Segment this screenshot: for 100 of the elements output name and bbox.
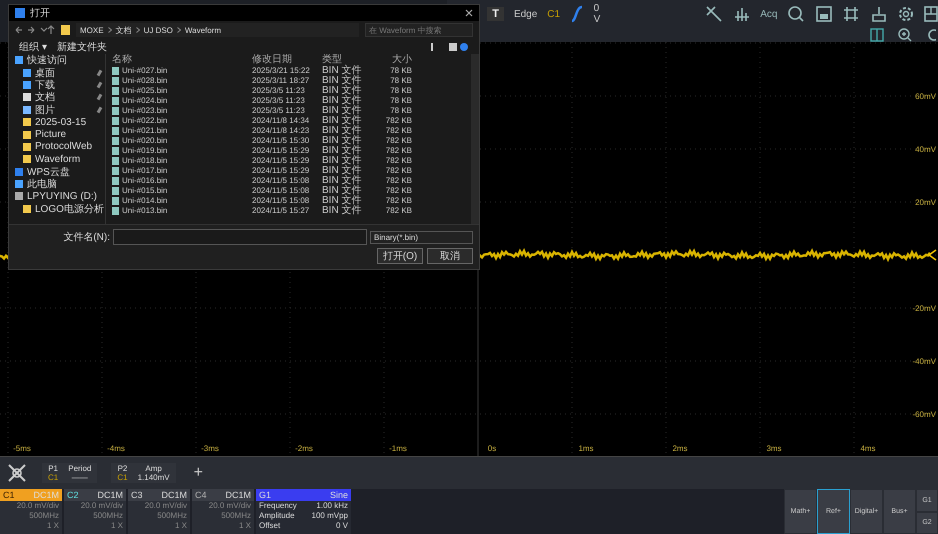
filetype-dropdown[interactable]: Binary(*.bin) bbox=[370, 230, 473, 244]
sidebar-item[interactable]: WPS云盘 bbox=[9, 166, 105, 178]
new-folder-button[interactable]: 新建文件夹 bbox=[56, 40, 107, 54]
file-row[interactable]: Uni-#016.bin 2024/11/5 15:08 BIN 文件 782 KB bbox=[112, 176, 471, 186]
dialog-button[interactable]: 打开(O) bbox=[377, 248, 423, 264]
channel-card[interactable]: C3 DC1M 20.0 mV/div 500MHz 1 X bbox=[128, 489, 190, 534]
column-header[interactable]: 大小 bbox=[372, 54, 412, 66]
file-size: 782 KB bbox=[384, 206, 412, 216]
sidebar-item[interactable]: LOGO电源分析 bbox=[9, 202, 105, 216]
sidebar-item[interactable]: 图片 bbox=[9, 104, 105, 116]
sidebar-item[interactable]: 此电脑 bbox=[9, 178, 105, 190]
file-row[interactable]: Uni-#017.bin 2024/11/5 15:29 BIN 文件 782 KB bbox=[112, 166, 471, 176]
scrollbar[interactable] bbox=[471, 54, 479, 224]
file-row[interactable]: Uni-#025.bin 2025/3/5 11:23 BIN 文件 78 KB bbox=[112, 86, 471, 96]
address-bar[interactable]: MOXE 文档 UJ DSO Waveform bbox=[76, 23, 359, 37]
generator-param-label: Amplitude bbox=[259, 511, 295, 521]
save-icon[interactable] bbox=[814, 5, 832, 23]
navigation-arrows-icon[interactable] bbox=[15, 25, 55, 35]
sidebar-item[interactable]: ProtocolWeb bbox=[9, 140, 105, 154]
file-type: BIN 文件 bbox=[322, 66, 362, 76]
measurement-name: Amp bbox=[145, 464, 162, 473]
x-axis-label: -1ms bbox=[389, 444, 407, 453]
view-options-icon[interactable] bbox=[429, 42, 469, 52]
channel-card[interactable]: C4 DC1M 20.0 mV/div 500MHz 1 X bbox=[192, 489, 254, 534]
pin-icon bbox=[96, 106, 102, 114]
file-row[interactable]: Uni-#014.bin 2024/11/5 15:08 BIN 文件 782 KB bbox=[112, 196, 471, 206]
file-row[interactable]: Uni-#015.bin 2024/11/5 15:08 BIN 文件 782 KB bbox=[112, 186, 471, 196]
y-axis-label: -40mV bbox=[912, 357, 936, 366]
channel-coupling: DC1M bbox=[97, 490, 123, 500]
sidebar-item[interactable]: Waveform bbox=[9, 153, 105, 166]
file-row[interactable]: Uni-#023.bin 2025/3/5 11:23 BIN 文件 78 KB bbox=[112, 106, 471, 116]
split-view-icon[interactable] bbox=[870, 28, 884, 42]
column-header[interactable]: 名称 bbox=[112, 54, 252, 66]
breadcrumb-item[interactable]: Waveform bbox=[184, 26, 222, 34]
generator-param-label: Frequency bbox=[259, 501, 297, 511]
acquire-button[interactable]: Acq bbox=[760, 8, 778, 20]
file-row[interactable]: Uni-#027.bin 2025/3/21 15:22 BIN 文件 78 KB bbox=[112, 66, 471, 76]
file-date: 2024/11/5 15:29 bbox=[252, 146, 310, 156]
measure-settings-icon[interactable] bbox=[6, 462, 28, 484]
file-row[interactable]: Uni-#028.bin 2025/3/11 18:27 BIN 文件 78 KB bbox=[112, 76, 471, 86]
breadcrumb-item[interactable]: MOXE bbox=[80, 26, 104, 34]
sidebar-item[interactable]: LPYUYING (D:) bbox=[9, 190, 105, 203]
sidebar-item[interactable]: 桌面 bbox=[9, 66, 105, 79]
sidebar-item[interactable]: 下载 bbox=[9, 78, 105, 92]
file-size: 782 KB bbox=[384, 166, 412, 176]
x-axis-label: -2ms bbox=[295, 444, 313, 453]
sidebar-item[interactable]: 2025-03-15 bbox=[9, 116, 105, 128]
file-row[interactable]: Uni-#020.bin 2024/11/5 15:30 BIN 文件 782 KB bbox=[112, 136, 471, 146]
cursor-icon[interactable] bbox=[705, 5, 723, 23]
measurement-item[interactable]: P2 C1 Amp 1.140mV bbox=[111, 463, 176, 483]
file-date: 2025/3/5 11:23 bbox=[252, 86, 306, 96]
search-field[interactable]: 在 Waveform 中搜索 bbox=[365, 23, 473, 37]
trigger-source: C1 bbox=[547, 8, 560, 20]
filename-field[interactable] bbox=[113, 229, 367, 245]
chevron-icon bbox=[136, 27, 140, 33]
file-type: BIN 文件 bbox=[322, 166, 362, 176]
file-name: Uni-#027.bin bbox=[122, 66, 168, 76]
trigger-level-marker[interactable] bbox=[928, 249, 936, 261]
channel-bandwidth: 500MHz bbox=[220, 511, 252, 521]
channel-scale: 20.0 mV/div bbox=[144, 501, 188, 511]
breadcrumb-item[interactable]: 文档 bbox=[116, 24, 132, 36]
column-header[interactable]: 修改日期 bbox=[252, 54, 322, 66]
y-axis-label: 60mV bbox=[915, 92, 936, 101]
file-row[interactable]: Uni-#021.bin 2024/11/8 14:23 BIN 文件 782 KB bbox=[112, 126, 471, 136]
sidebar-item[interactable]: 快速访问 bbox=[9, 54, 105, 66]
file-type: BIN 文件 bbox=[322, 206, 362, 216]
close-icon[interactable] bbox=[465, 9, 473, 17]
sidebar-item[interactable]: Picture bbox=[9, 128, 105, 141]
chevron-icon bbox=[108, 27, 112, 33]
generator-wave: Sine bbox=[330, 490, 348, 500]
measure-icon[interactable] bbox=[732, 5, 750, 23]
file-row[interactable]: Uni-#022.bin 2024/11/8 14:34 BIN 文件 782 KB bbox=[112, 116, 471, 126]
file-row[interactable]: Uni-#018.bin 2024/11/5 15:29 BIN 文件 782 KB bbox=[112, 156, 471, 166]
organize-button[interactable]: 组织 ▾ bbox=[19, 40, 47, 54]
settings-icon[interactable] bbox=[897, 5, 914, 23]
sidebar-item[interactable]: 文档 bbox=[9, 91, 105, 104]
channel-card[interactable]: C2 DC1M 20.0 mV/div 500MHz 1 X bbox=[64, 489, 126, 534]
channel-bandwidth: 500MHz bbox=[28, 511, 60, 521]
file-row[interactable]: Uni-#013.bin 2024/11/5 15:27 BIN 文件 782 KB bbox=[112, 206, 471, 216]
fit-icon[interactable] bbox=[842, 5, 860, 23]
trigger-type: Edge bbox=[514, 8, 538, 20]
measurement-item[interactable]: P1 C1 Period —— bbox=[42, 463, 98, 483]
search-icon[interactable] bbox=[787, 5, 805, 23]
channel-card[interactable]: C1 DC1M 20.0 mV/div 500MHz 1 X bbox=[0, 489, 62, 534]
trigger-button[interactable]: T bbox=[487, 7, 504, 21]
file-size: 78 KB bbox=[389, 86, 412, 96]
layout-icon[interactable] bbox=[924, 5, 938, 23]
zoom-in-icon[interactable] bbox=[898, 28, 912, 42]
trigger-level: 0 V bbox=[594, 3, 602, 25]
file-name: Uni-#013.bin bbox=[122, 206, 168, 216]
dialog-button[interactable]: 取消 bbox=[427, 248, 473, 264]
file-row[interactable]: Uni-#024.bin 2025/3/5 11:23 BIN 文件 78 KB bbox=[112, 96, 471, 106]
rising-edge-icon bbox=[570, 5, 584, 23]
add-measurement-button[interactable]: + bbox=[190, 464, 207, 482]
breadcrumb-item[interactable]: UJ DSO bbox=[144, 26, 173, 34]
file-size: 78 KB bbox=[389, 106, 412, 116]
column-header[interactable]: 类型 bbox=[322, 54, 372, 66]
file-size: 782 KB bbox=[384, 156, 412, 166]
generator-card[interactable]: G1 Sine Frequency 1.00 kHz Amplitude 100 mVpp Offset 0 V bbox=[256, 489, 351, 534]
file-row[interactable]: Uni-#019.bin 2024/11/5 15:29 BIN 文件 782 KB bbox=[112, 146, 471, 156]
